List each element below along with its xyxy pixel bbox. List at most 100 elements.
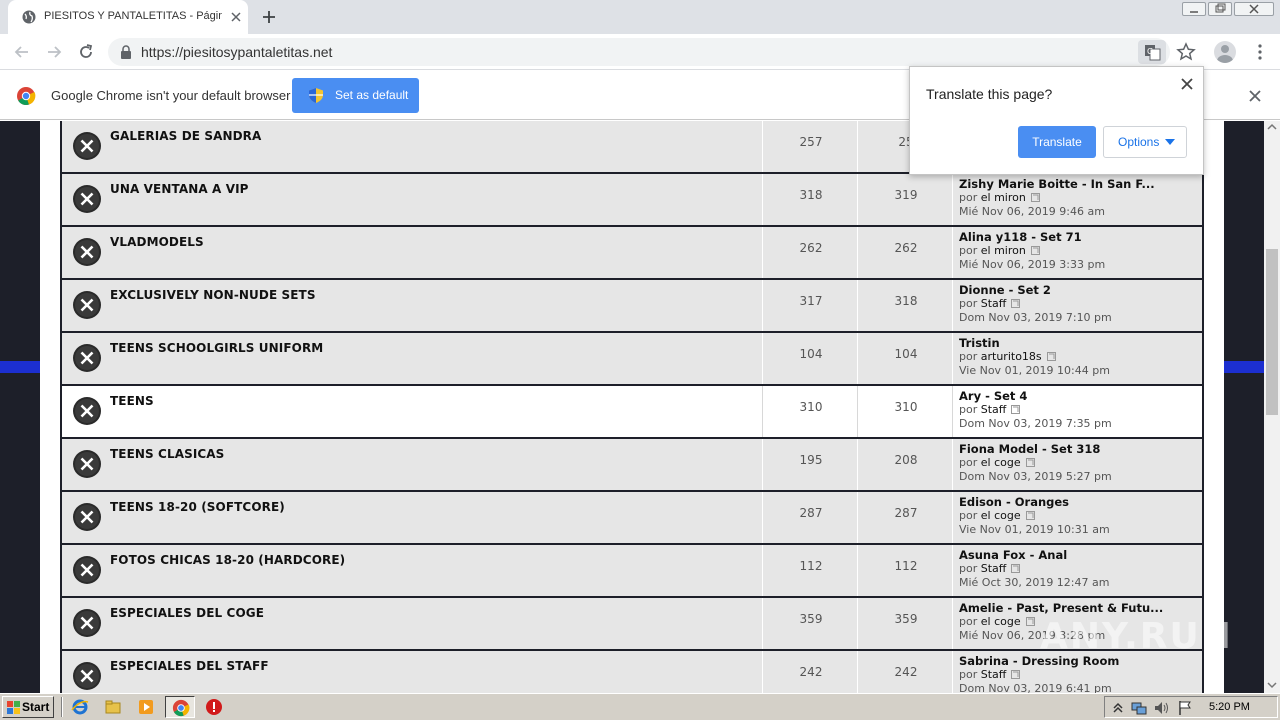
set-as-default-button[interactable]: Set as default	[292, 78, 419, 113]
forum-status-icon	[73, 556, 101, 584]
last-post-title[interactable]: Ary - Set 4	[959, 389, 1179, 403]
column-divider	[762, 333, 763, 384]
goto-post-icon[interactable]	[1011, 564, 1021, 573]
forum-row[interactable]: EXCLUSIVELY NON-NUDE SETS 317 318 Dionne…	[62, 280, 1202, 331]
last-post-date: Vie Nov 01, 2019 10:44 pm	[959, 364, 1110, 377]
forum-title[interactable]: FOTOS CHICAS 18-20 (HARDCORE)	[110, 553, 345, 567]
page-content: GALERIAS DE SANDRA 257 25 UNA VENTANA A …	[0, 121, 1280, 702]
goto-post-icon[interactable]	[1025, 511, 1035, 520]
forum-row[interactable]: TEENS 18-20 (SOFTCORE) 287 287 Edison - …	[62, 492, 1202, 543]
posts-count: 319	[894, 188, 918, 202]
goto-post-icon[interactable]	[1011, 299, 1021, 308]
last-post-author[interactable]: el coge	[981, 509, 1021, 522]
forum-row[interactable]: VLADMODELS 262 262 Alina y118 - Set 71 p…	[62, 227, 1202, 278]
last-post-author[interactable]: el coge	[981, 615, 1021, 628]
show-hidden-icons-icon[interactable]	[1110, 700, 1126, 716]
forum-title[interactable]: TEENS 18-20 (SOFTCORE)	[110, 500, 285, 514]
forum-row[interactable]: TEENS 310 310 Ary - Set 4 por Staff Dom …	[62, 386, 1202, 437]
goto-post-icon[interactable]	[1030, 246, 1040, 255]
last-post-author[interactable]: Staff	[981, 668, 1007, 681]
last-post-author[interactable]: Staff	[981, 562, 1007, 575]
forum-row[interactable]: ESPECIALES DEL COGE 359 359 Amelie - Pas…	[62, 598, 1202, 649]
last-post-author[interactable]: el miron	[981, 191, 1026, 204]
column-divider	[762, 386, 763, 437]
internet-explorer-icon[interactable]	[71, 698, 89, 716]
scroll-down-icon[interactable]	[1264, 679, 1280, 691]
goto-post-icon[interactable]	[1030, 193, 1040, 202]
last-post-title[interactable]: Dionne - Set 2	[959, 283, 1179, 297]
last-post-author[interactable]: el coge	[981, 456, 1021, 469]
forum-title[interactable]: UNA VENTANA A VIP	[110, 182, 249, 196]
translate-options-label: Options	[1118, 135, 1160, 149]
star-icon[interactable]	[1176, 42, 1196, 62]
network-icon[interactable]	[1131, 700, 1147, 716]
forum-title[interactable]: TEENS	[110, 394, 154, 408]
page-scrollbar[interactable]	[1264, 121, 1280, 693]
minimize-button[interactable]	[1182, 2, 1206, 16]
scroll-thumb[interactable]	[1266, 249, 1278, 415]
profile-avatar[interactable]	[1214, 41, 1236, 63]
forum-row[interactable]: UNA VENTANA A VIP 318 319 Zishy Marie Bo…	[62, 174, 1202, 225]
last-post-title[interactable]: Asuna Fox - Anal	[959, 548, 1179, 562]
start-button[interactable]: Start	[2, 696, 54, 718]
forum-row[interactable]: TEENS SCHOOLGIRLS UNIFORM 104 104 Tristi…	[62, 333, 1202, 384]
reload-icon[interactable]	[76, 42, 96, 62]
forum-row[interactable]: TEENS CLASICAS 195 208 Fiona Model - Set…	[62, 439, 1202, 490]
forum-title[interactable]: TEENS SCHOOLGIRLS UNIFORM	[110, 341, 323, 355]
last-post-title[interactable]: Fiona Model - Set 318	[959, 442, 1179, 456]
goto-post-icon[interactable]	[1046, 352, 1056, 361]
forward-arrow-icon[interactable]	[44, 42, 64, 62]
windows-taskbar: Start 5:20 PM	[0, 693, 1280, 720]
avatar-icon	[1217, 45, 1233, 63]
forum-title[interactable]: TEENS CLASICAS	[110, 447, 224, 461]
translate-button[interactable]: Translate	[1018, 126, 1096, 158]
last-post-title[interactable]: Edison - Oranges	[959, 495, 1179, 509]
tab-close-icon[interactable]	[228, 9, 244, 25]
goto-post-icon[interactable]	[1025, 458, 1035, 467]
last-post-by: por el miron	[959, 244, 1040, 257]
scroll-up-icon[interactable]	[1264, 121, 1280, 133]
infobar-close-icon[interactable]	[1247, 88, 1263, 104]
last-post-title[interactable]: Zishy Marie Boitte - In San F...	[959, 177, 1179, 191]
last-post-author[interactable]: Staff	[981, 297, 1007, 310]
topics-count: 262	[799, 241, 823, 255]
chrome-icon	[172, 699, 190, 717]
last-post-date: Mié Nov 06, 2019 3:33 pm	[959, 258, 1106, 271]
last-post-author[interactable]: arturito18s	[981, 350, 1042, 363]
close-window-button[interactable]	[1234, 2, 1274, 16]
last-post-author[interactable]: Staff	[981, 403, 1007, 416]
media-player-icon[interactable]	[137, 698, 155, 716]
column-divider	[762, 492, 763, 543]
last-post-title[interactable]: Alina y118 - Set 71	[959, 230, 1179, 244]
decorative-stripe	[1224, 361, 1264, 373]
last-post-title[interactable]: Tristin	[959, 336, 1179, 350]
chrome-taskbar-button[interactable]	[165, 696, 195, 718]
column-divider	[762, 439, 763, 490]
translate-button[interactable]: G	[1138, 40, 1166, 64]
address-bar[interactable]: https://piesitosypantaletitas.net G	[108, 38, 1196, 66]
forum-title[interactable]: GALERIAS DE SANDRA	[110, 129, 261, 143]
action-center-flag-icon[interactable]	[1177, 700, 1193, 716]
browser-tab[interactable]: PIESITOS Y PANTALETITAS - Página	[8, 0, 248, 34]
forum-title[interactable]: ESPECIALES DEL COGE	[110, 606, 264, 620]
file-explorer-icon[interactable]	[104, 698, 122, 716]
forum-row[interactable]: FOTOS CHICAS 18-20 (HARDCORE) 112 112 As…	[62, 545, 1202, 596]
goto-post-icon[interactable]	[1011, 670, 1021, 679]
goto-post-icon[interactable]	[1011, 405, 1021, 414]
translate-close-icon[interactable]	[1180, 77, 1194, 91]
column-divider	[762, 174, 763, 225]
back-arrow-icon[interactable]	[12, 42, 32, 62]
translate-options-button[interactable]: Options	[1103, 126, 1187, 158]
volume-icon[interactable]	[1153, 700, 1169, 716]
goto-post-icon[interactable]	[1025, 617, 1035, 626]
forum-status-icon	[73, 238, 101, 266]
forum-title[interactable]: ESPECIALES DEL STAFF	[110, 659, 269, 673]
restore-button[interactable]	[1208, 2, 1232, 16]
forum-title[interactable]: VLADMODELS	[110, 235, 204, 249]
new-tab-icon[interactable]	[260, 8, 278, 26]
menu-kebab-icon[interactable]	[1250, 42, 1270, 62]
last-post-author[interactable]: el miron	[981, 244, 1026, 257]
forum-title[interactable]: EXCLUSIVELY NON-NUDE SETS	[110, 288, 316, 302]
stop-icon[interactable]	[205, 698, 223, 716]
taskbar-clock[interactable]: 5:20 PM	[1209, 701, 1250, 713]
